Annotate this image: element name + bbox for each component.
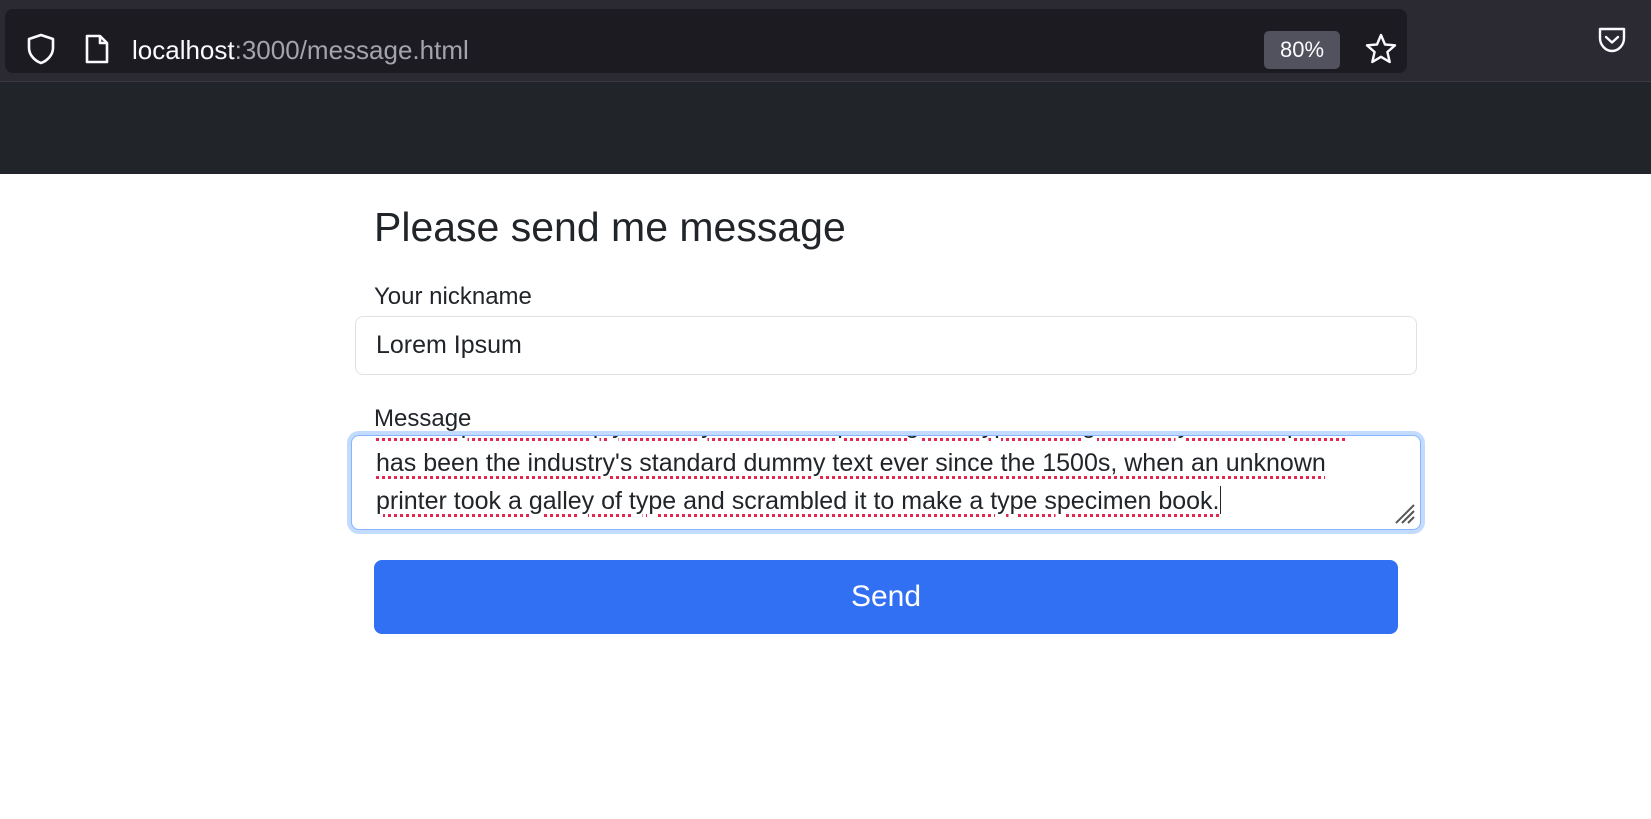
message-text: Lorem Ipsum is simply dummy text of the … [376,436,1396,520]
send-button[interactable]: Send [374,560,1398,634]
main-content: Please send me message Your nickname Mes… [0,174,1651,819]
pocket-icon[interactable] [1592,20,1632,60]
shield-icon[interactable] [21,29,61,69]
message-line: Lorem Ipsum is simply dummy text of the … [376,436,1396,444]
resize-grip-icon[interactable] [1392,501,1416,525]
message-line: has been the industry's standard dummy t… [376,449,1326,477]
page-title: Please send me message [374,204,846,250]
url-path: :3000/message.html [234,35,469,65]
nickname-label: Your nickname [374,283,532,310]
zoom-level-button[interactable]: 80% [1264,31,1340,69]
url-bar[interactable]: localhost:3000/message.html 80% [5,9,1407,73]
star-icon[interactable] [1361,29,1401,69]
message-line: printer took a galley of type and scramb… [376,487,1220,515]
browser-toolbar: localhost:3000/message.html 80% [0,0,1651,82]
navbar [0,82,1651,174]
page-icon[interactable] [77,29,117,69]
url-host: localhost [132,35,235,65]
message-label: Message [374,405,472,432]
text-caret [1219,486,1221,514]
message-textarea[interactable]: Lorem Ipsum is simply dummy text of the … [351,435,1421,530]
url-text[interactable]: localhost:3000/message.html [132,33,469,67]
nickname-input[interactable] [355,316,1417,375]
